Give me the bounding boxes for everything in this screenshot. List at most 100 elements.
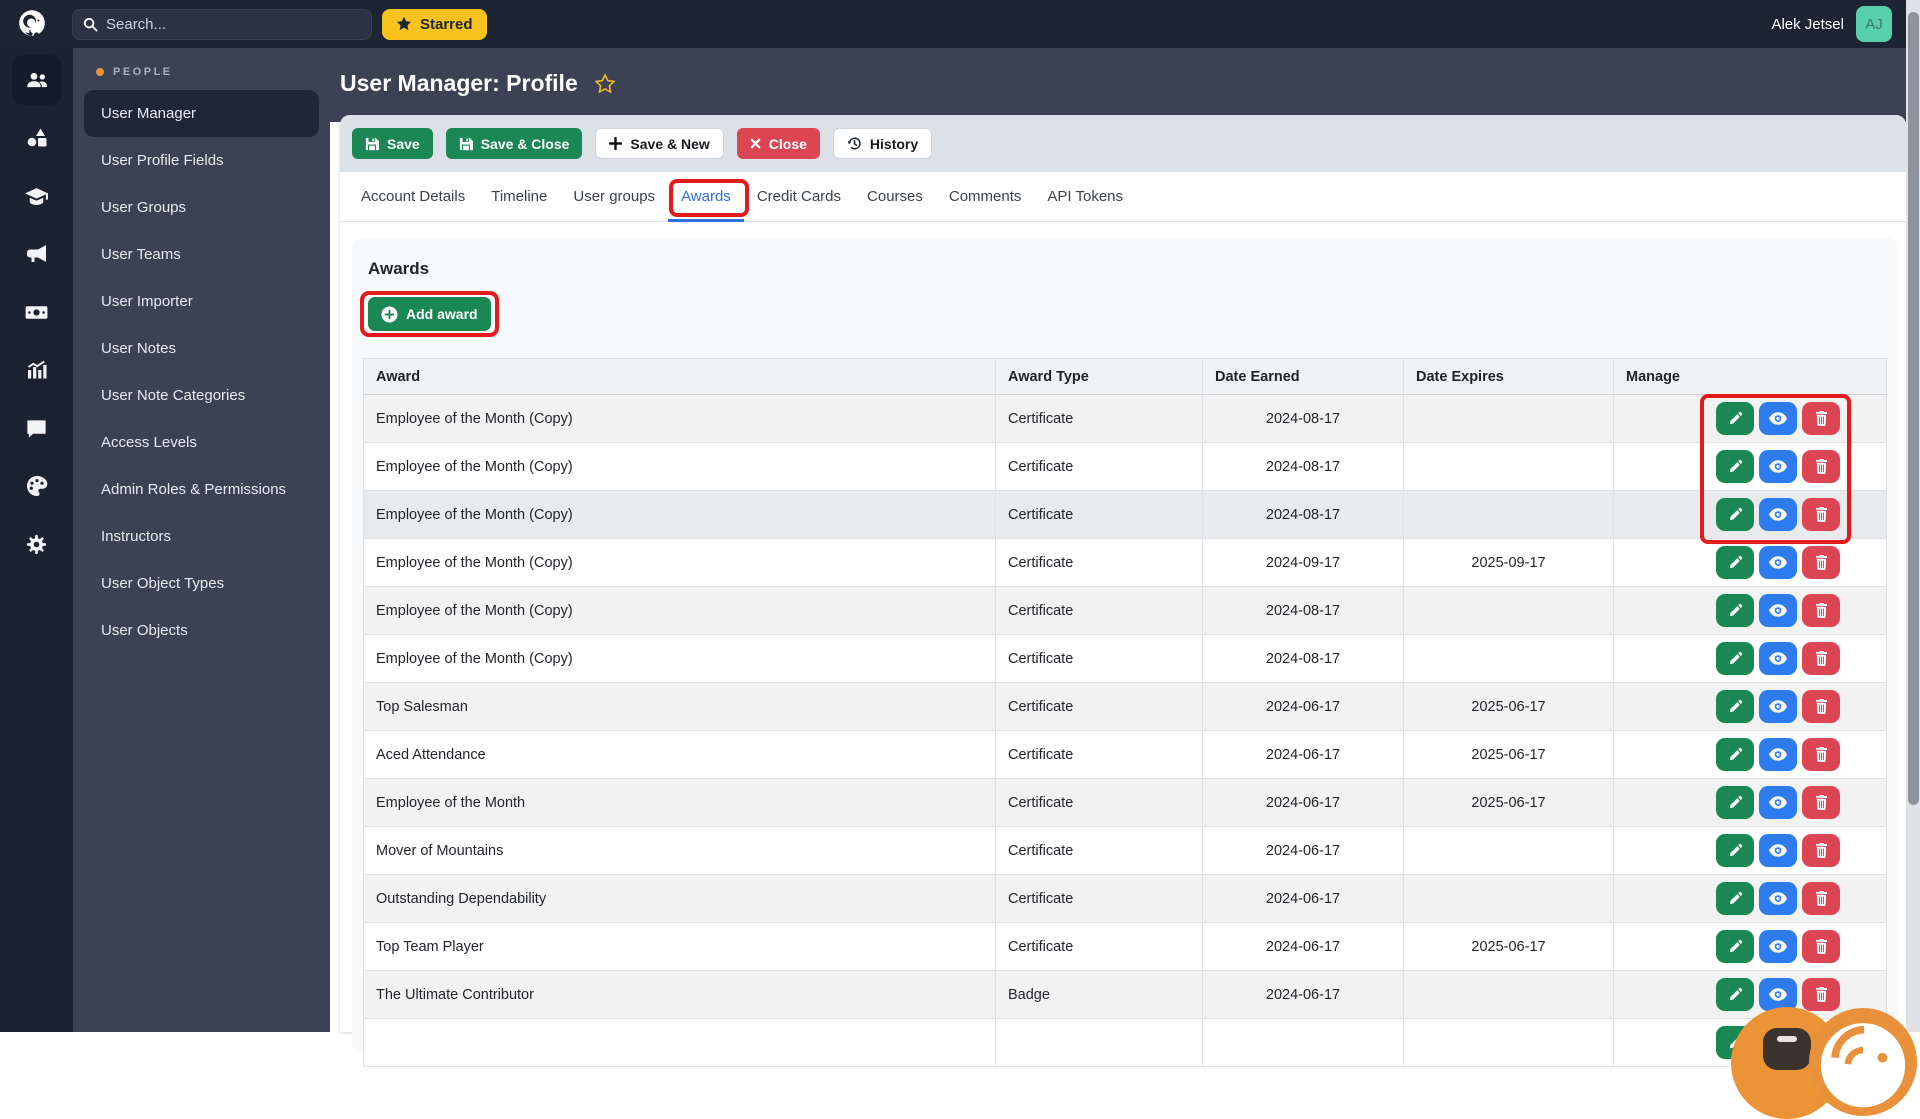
sidebar-item[interactable]: User Profile Fields [84, 137, 319, 184]
delete-button[interactable] [1802, 738, 1840, 771]
starred-button[interactable]: Starred [382, 8, 487, 40]
tab-label: Credit Cards [756, 188, 842, 205]
edit-button[interactable] [1716, 786, 1754, 819]
close-button[interactable]: Close [736, 128, 820, 159]
view-button[interactable] [1759, 930, 1797, 963]
rail-item-comments[interactable] [12, 403, 62, 453]
sidebar-item[interactable]: User Importer [84, 278, 319, 325]
plus-icon [609, 137, 623, 150]
view-button[interactable] [1759, 978, 1797, 1011]
view-button[interactable] [1759, 498, 1797, 531]
edit-button[interactable] [1716, 402, 1754, 435]
edit-button[interactable] [1716, 738, 1754, 771]
page-scrollbar[interactable] [1906, 0, 1920, 1032]
delete-button[interactable] [1802, 642, 1840, 675]
view-button[interactable] [1759, 786, 1797, 819]
delete-button[interactable] [1802, 498, 1840, 531]
date-earned-cell: 2024-08-17 [1202, 442, 1404, 491]
manage-cell [1613, 874, 1887, 923]
tab[interactable]: Credit Cards [744, 172, 854, 221]
sidebar-item[interactable]: Instructors [84, 513, 319, 560]
history-button[interactable]: History [832, 128, 933, 159]
delete-button[interactable] [1802, 786, 1840, 819]
megaphone-icon [25, 242, 49, 266]
tab[interactable]: Comments [936, 172, 1035, 221]
sidebar-item[interactable]: User Manager [84, 90, 319, 137]
view-button[interactable] [1759, 738, 1797, 771]
view-button[interactable] [1759, 642, 1797, 675]
tab[interactable]: Awards [668, 172, 749, 222]
eye-icon [1769, 652, 1787, 665]
sidebar-item[interactable]: Admin Roles & Permissions [84, 466, 319, 513]
edit-button[interactable] [1716, 834, 1754, 867]
delete-button[interactable] [1802, 834, 1840, 867]
delete-button[interactable] [1802, 546, 1840, 579]
tab[interactable]: API Tokens [1034, 172, 1136, 221]
view-button[interactable] [1759, 690, 1797, 723]
rail-item-reports[interactable] [12, 345, 62, 395]
tab[interactable]: Timeline [478, 172, 560, 221]
rail-item-appearance[interactable] [12, 461, 62, 511]
sidebar-item[interactable]: User Object Types [84, 560, 319, 607]
rail-item-learning[interactable] [12, 171, 62, 221]
edit-button[interactable] [1716, 450, 1754, 483]
delete-button[interactable] [1802, 882, 1840, 915]
date-earned-cell: 2024-06-17 [1202, 970, 1404, 1019]
view-button[interactable] [1759, 546, 1797, 579]
edit-button[interactable] [1716, 690, 1754, 723]
edit-button[interactable] [1716, 978, 1754, 1011]
manage-cell [1613, 826, 1887, 875]
sidebar-item[interactable]: User Teams [84, 231, 319, 278]
view-button[interactable] [1759, 450, 1797, 483]
scrollbar-thumb[interactable] [1907, 12, 1919, 805]
sidebar-item[interactable]: Access Levels [84, 419, 319, 466]
delete-button[interactable] [1802, 402, 1840, 435]
app-logo-elephant-icon[interactable] [12, 4, 52, 44]
delete-button[interactable] [1802, 978, 1840, 1011]
delete-button[interactable] [1802, 450, 1840, 483]
edit-button[interactable] [1716, 594, 1754, 627]
pencil-icon [1728, 795, 1743, 810]
date-earned-cell: 2024-06-17 [1202, 922, 1404, 971]
sidebar-item[interactable]: User Notes [84, 325, 319, 372]
view-button[interactable] [1759, 594, 1797, 627]
edit-button[interactable] [1716, 546, 1754, 579]
delete-button[interactable] [1802, 690, 1840, 723]
rail-item-people[interactable] [11, 55, 62, 105]
tab[interactable]: User groups [560, 172, 668, 221]
sidebar-item[interactable]: User Groups [84, 184, 319, 231]
award-name-cell [363, 1018, 996, 1067]
delete-button[interactable] [1802, 930, 1840, 963]
add-award-button[interactable]: Add award [368, 297, 491, 331]
award-type-cell: Certificate [995, 730, 1203, 779]
award-name-cell: The Ultimate Contributor [363, 970, 996, 1019]
trash-icon [1815, 795, 1828, 810]
tab[interactable]: Account Details [348, 172, 478, 221]
sidebar-item[interactable]: User Objects [84, 607, 319, 654]
rail-item-marketing[interactable] [12, 229, 62, 279]
tab-label: User groups [573, 188, 656, 205]
rail-item-objects[interactable] [12, 113, 62, 163]
edit-button[interactable] [1716, 498, 1754, 531]
save-and-close-button[interactable]: Save & Close [445, 128, 583, 159]
delete-button[interactable] [1802, 594, 1840, 627]
rail-item-commerce[interactable] [12, 287, 62, 337]
graduation-cap-icon [24, 184, 49, 209]
date-expires-cell: 2025-06-17 [1403, 922, 1614, 971]
sidebar-item[interactable]: User Note Categories [84, 372, 319, 419]
edit-button[interactable] [1716, 930, 1754, 963]
edit-button[interactable] [1716, 882, 1754, 915]
favorite-star-outline-icon[interactable] [594, 72, 616, 95]
award-row: The Ultimate Contributor Badge 2024-06-17 [363, 970, 1887, 1019]
avatar[interactable]: AJ [1856, 6, 1892, 42]
manage-cell [1613, 682, 1887, 731]
tab[interactable]: Courses [854, 172, 936, 221]
rail-item-settings[interactable] [12, 519, 62, 569]
view-button[interactable] [1759, 402, 1797, 435]
search-input[interactable] [106, 15, 361, 33]
view-button[interactable] [1759, 882, 1797, 915]
save-and-new-button[interactable]: Save & New [595, 128, 724, 159]
edit-button[interactable] [1716, 642, 1754, 675]
view-button[interactable] [1759, 834, 1797, 867]
save-button[interactable]: Save [352, 128, 433, 159]
